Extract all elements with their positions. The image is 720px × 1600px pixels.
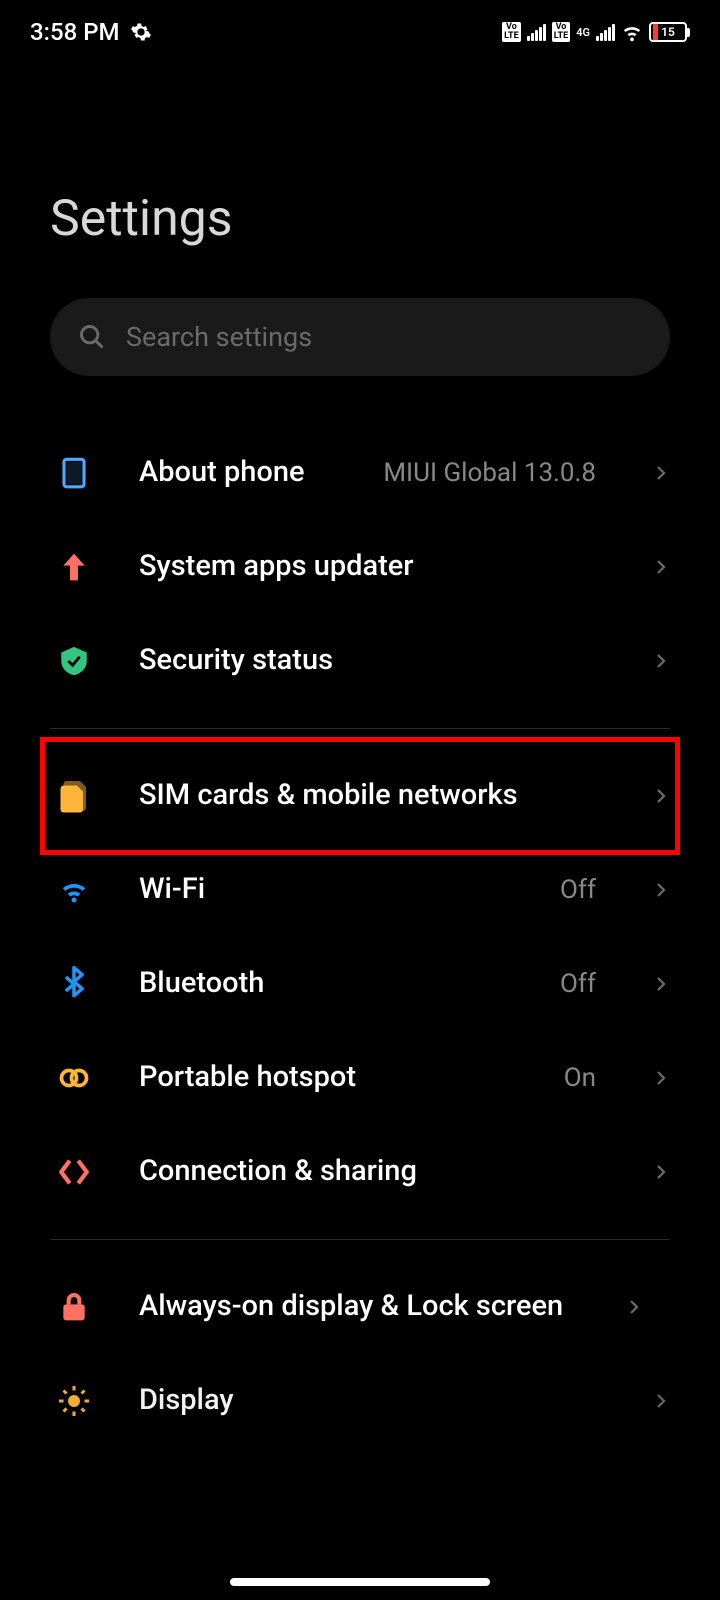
settings-list: About phone MIUI Global 13.0.8 System ap… bbox=[0, 376, 720, 1448]
divider bbox=[50, 728, 670, 729]
wifi-status-icon bbox=[621, 21, 643, 43]
search-icon bbox=[78, 323, 106, 351]
item-value: MIUI Global 13.0.8 bbox=[383, 458, 596, 488]
search-placeholder: Search settings bbox=[126, 321, 312, 353]
status-right: VoLTE VoLTE 4G 15 bbox=[502, 21, 690, 43]
signal-strength-icon-1 bbox=[527, 23, 546, 41]
lock-icon bbox=[55, 1288, 93, 1326]
chevron-right-icon bbox=[652, 1392, 670, 1410]
item-display[interactable]: Display bbox=[0, 1354, 720, 1448]
bluetooth-icon bbox=[55, 965, 93, 1003]
item-label: System apps updater bbox=[139, 548, 606, 586]
item-value: Off bbox=[560, 875, 596, 905]
chevron-right-icon bbox=[652, 1069, 670, 1087]
divider bbox=[50, 1239, 670, 1240]
chevron-right-icon bbox=[652, 558, 670, 576]
status-bar: 3:58 PM VoLTE VoLTE 4G 15 bbox=[0, 0, 720, 60]
status-time: 3:58 PM bbox=[30, 18, 120, 46]
item-label: Display bbox=[139, 1382, 606, 1420]
connection-icon bbox=[55, 1153, 93, 1191]
hotspot-icon bbox=[55, 1059, 93, 1097]
item-portable-hotspot[interactable]: Portable hotspot On bbox=[0, 1031, 720, 1125]
item-label: Connection & sharing bbox=[139, 1153, 606, 1191]
item-wifi[interactable]: Wi-Fi Off bbox=[0, 843, 720, 937]
item-about-phone[interactable]: About phone MIUI Global 13.0.8 bbox=[0, 426, 720, 520]
signal-strength-icon-2 bbox=[596, 23, 615, 41]
volte-badge-2: VoLTE bbox=[552, 22, 571, 42]
chevron-right-icon bbox=[652, 652, 670, 670]
item-value: Off bbox=[560, 969, 596, 999]
home-indicator[interactable] bbox=[230, 1578, 490, 1586]
chevron-right-icon bbox=[652, 881, 670, 899]
search-input[interactable]: Search settings bbox=[50, 298, 670, 376]
item-label: Bluetooth bbox=[139, 965, 514, 1003]
gear-icon bbox=[130, 21, 152, 43]
item-sim-cards[interactable]: SIM cards & mobile networks bbox=[0, 749, 720, 843]
page-title: Settings bbox=[0, 60, 720, 298]
phone-icon bbox=[55, 454, 93, 492]
arrow-up-icon bbox=[55, 548, 93, 586]
chevron-right-icon bbox=[652, 975, 670, 993]
volte-badge-1: VoLTE bbox=[502, 22, 521, 42]
item-security-status[interactable]: Security status bbox=[0, 614, 720, 708]
item-label: Security status bbox=[139, 642, 606, 680]
item-label: Wi-Fi bbox=[139, 871, 514, 909]
sim-card-icon bbox=[55, 777, 93, 815]
item-label: Always-on display & Lock screen bbox=[139, 1288, 579, 1326]
item-label: SIM cards & mobile networks bbox=[139, 777, 606, 815]
chevron-right-icon bbox=[652, 464, 670, 482]
item-value: On bbox=[564, 1063, 596, 1093]
item-bluetooth[interactable]: Bluetooth Off bbox=[0, 937, 720, 1031]
item-connection-sharing[interactable]: Connection & sharing bbox=[0, 1125, 720, 1219]
shield-check-icon bbox=[55, 642, 93, 680]
battery-percent: 15 bbox=[651, 25, 685, 39]
item-always-on-display[interactable]: Always-on display & Lock screen bbox=[0, 1260, 720, 1354]
status-left: 3:58 PM bbox=[30, 18, 152, 46]
chevron-right-icon bbox=[625, 1298, 643, 1316]
battery-icon: 15 bbox=[649, 22, 690, 42]
wifi-icon bbox=[55, 871, 93, 909]
network-type-label: 4G bbox=[576, 26, 590, 39]
chevron-right-icon bbox=[652, 787, 670, 805]
brightness-icon bbox=[55, 1382, 93, 1420]
item-label: About phone bbox=[139, 454, 337, 492]
item-label: Portable hotspot bbox=[139, 1059, 518, 1097]
item-system-apps-updater[interactable]: System apps updater bbox=[0, 520, 720, 614]
chevron-right-icon bbox=[652, 1163, 670, 1181]
